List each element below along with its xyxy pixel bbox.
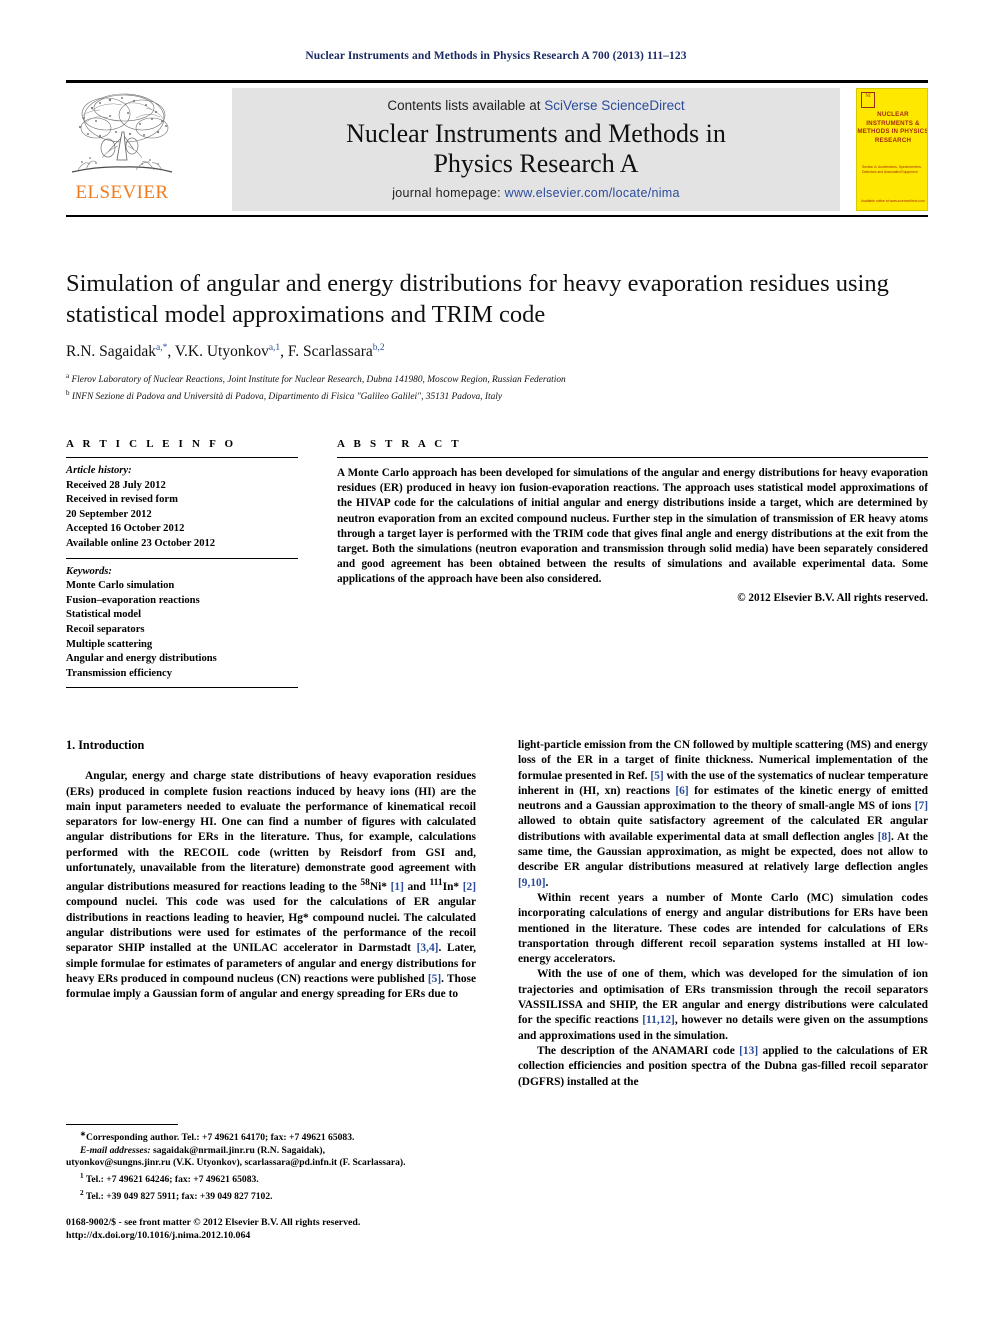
- footnote-text: Tel.: +7 49621 64246; fax: +7 49621 6508…: [85, 1174, 259, 1186]
- article-info-rule-top: [66, 457, 298, 458]
- affiliation-item: b INFN Sezione di Padova and Università …: [66, 387, 928, 404]
- journal-homepage-line: journal homepage: www.elsevier.com/locat…: [232, 186, 840, 200]
- contents-prefix: Contents lists available at: [387, 98, 545, 113]
- article-info-column: A R T I C L E I N F O Article history: R…: [66, 438, 298, 689]
- body-paragraph: With the use of one of them, which was d…: [518, 968, 928, 1042]
- cover-subtitle: Section A: Accelerators, Spectrometers, …: [862, 165, 922, 174]
- article-info-rule-bottom: [66, 687, 298, 689]
- history-item: Received 28 July 2012: [66, 479, 166, 491]
- article-history: Article history: Received 28 July 2012 R…: [66, 464, 298, 552]
- history-item: Accepted 16 October 2012: [66, 523, 185, 535]
- masthead-bottom-rule: [66, 215, 928, 217]
- contents-panel: Contents lists available at SciVerse Sci…: [232, 88, 840, 211]
- elsevier-logo: ELSEVIER: [66, 88, 178, 210]
- body-paragraph: Within recent years a number of Monte Ca…: [518, 891, 928, 966]
- history-item: Received in revised form: [66, 494, 178, 506]
- body-column-right: light-particle emission from the CN foll…: [518, 738, 928, 1090]
- title-block: Simulation of angular and energy distrib…: [66, 268, 928, 404]
- body-paragraph: Angular, energy and charge state distrib…: [66, 770, 477, 1001]
- history-item: Available online 23 October 2012: [66, 537, 216, 549]
- author-name: F. Scarlassara: [287, 343, 373, 361]
- section-heading-introduction: 1. Introduction: [66, 738, 145, 752]
- keyword-item: Angular and energy distributions: [66, 653, 217, 665]
- journal-cover-thumbnail: NI NUCLEAR INSTRUMENTS & METHODS IN PHYS…: [856, 88, 928, 211]
- keyword-item: Transmission efficiency: [66, 667, 173, 679]
- author-list: R.N. Sagaidaka,*, V.K. Utyonkova,1, F. S…: [66, 343, 385, 361]
- affiliation-mark: b: [66, 389, 70, 398]
- journal-title-line1: Nuclear Instruments and Methods in: [346, 119, 726, 148]
- keyword-item: Fusion–evaporation reactions: [66, 594, 200, 606]
- footnote-corresponding-text: Corresponding author. Tel.: +7 49621 641…: [86, 1132, 355, 1144]
- elsevier-wordmark: ELSEVIER: [75, 182, 169, 203]
- keyword-item: Statistical model: [66, 609, 142, 621]
- history-item: 20 September 2012: [66, 508, 152, 520]
- author-marks: b,2: [372, 343, 385, 353]
- abstract-rule: [337, 457, 928, 458]
- keyword-item: Monte Carlo simulation: [66, 580, 175, 592]
- affiliation-text: Flerov Laboratory of Nuclear Reactions, …: [71, 375, 566, 386]
- footnote-mark: 1: [80, 1171, 84, 1180]
- affiliation-text: INFN Sezione di Padova and Università di…: [71, 392, 503, 403]
- article-history-heading: Article history:: [66, 465, 132, 476]
- email-line[interactable]: utyonkov@sungns.jinr.ru (V.K. Utyonkov),…: [66, 1157, 405, 1168]
- keyword-item: Multiple scattering: [66, 638, 153, 650]
- homepage-prefix: journal homepage:: [392, 186, 505, 200]
- body-column-left: 1. Introduction Angular, energy and char…: [66, 738, 476, 1003]
- abstract-text: A Monte Carlo approach has been develope…: [337, 467, 928, 586]
- abstract-column: A B S T R A C T A Monte Carlo approach h…: [337, 438, 928, 604]
- footnote-corresponding: ∗Corresponding author. Tel.: +7 49621 64…: [66, 1128, 476, 1204]
- cover-title: NUCLEAR INSTRUMENTS & METHODS IN PHYSICS…: [857, 111, 928, 144]
- journal-masthead: ELSEVIER Contents lists available at Sci…: [66, 80, 928, 218]
- email-line[interactable]: sagaidak@nrmail.jinr.ru (R.N. Sagaidak),: [153, 1145, 325, 1156]
- author-marks: a,1: [268, 343, 281, 353]
- email-label: E-mail addresses:: [80, 1144, 151, 1156]
- article-info-rule-mid: [66, 557, 298, 559]
- elsevier-tree-icon: [66, 88, 178, 184]
- keywords-block: Keywords: Monte Carlo simulation Fusion–…: [66, 565, 298, 682]
- contents-available-line: Contents lists available at SciVerse Sci…: [232, 98, 840, 113]
- abstract-label: A B S T R A C T: [337, 438, 462, 450]
- journal-homepage-link[interactable]: www.elsevier.com/locate/nima: [505, 186, 680, 200]
- paper-page: Nuclear Instruments and Methods in Physi…: [0, 0, 992, 1323]
- imprint-line: 0168-9002/$ - see front matter © 2012 El…: [66, 1217, 361, 1228]
- imprint-block: 0168-9002/$ - see front matter © 2012 El…: [66, 1216, 486, 1243]
- doi-link[interactable]: http://dx.doi.org/10.1016/j.nima.2012.10…: [66, 1229, 486, 1242]
- affiliation-mark: a: [66, 372, 70, 381]
- sciencedirect-link[interactable]: SciVerse ScienceDirect: [544, 98, 684, 113]
- author-name: R.N. Sagaidak: [66, 343, 156, 361]
- cover-footer: Available online at www.sciencedirect.co…: [861, 199, 925, 203]
- article-info-label: A R T I C L E I N F O: [66, 438, 237, 450]
- abstract-copyright: © 2012 Elsevier B.V. All rights reserved…: [737, 591, 928, 604]
- footnotes-block: ∗Corresponding author. Tel.: +7 49621 64…: [66, 1124, 476, 1204]
- affiliations: a Flerov Laboratory of Nuclear Reactions…: [66, 370, 928, 404]
- journal-title: Nuclear Instruments and Methods in Physi…: [232, 119, 840, 179]
- masthead-top-rule: [66, 80, 928, 83]
- footnote-rule: [66, 1124, 178, 1125]
- body-paragraph: light-particle emission from the CN foll…: [518, 739, 928, 889]
- affiliation-item: a Flerov Laboratory of Nuclear Reactions…: [66, 370, 928, 387]
- footnote-mark: 2: [80, 1188, 84, 1197]
- cover-badge: NI: [861, 92, 875, 108]
- author-marks: a,*: [155, 343, 168, 353]
- running-head: Nuclear Instruments and Methods in Physi…: [305, 50, 687, 62]
- page-title: Simulation of angular and energy distrib…: [66, 270, 889, 328]
- keyword-item: Recoil separators: [66, 623, 145, 635]
- footnote-text: Tel.: +39 049 827 5911; fax: +39 049 827…: [85, 1190, 273, 1202]
- body-paragraph: The description of the ANAMARI code [13]…: [518, 1044, 929, 1088]
- journal-title-line2: Physics Research A: [433, 149, 639, 178]
- author-name: V.K. Utyonkov: [174, 343, 269, 361]
- keywords-heading: Keywords:: [66, 565, 112, 577]
